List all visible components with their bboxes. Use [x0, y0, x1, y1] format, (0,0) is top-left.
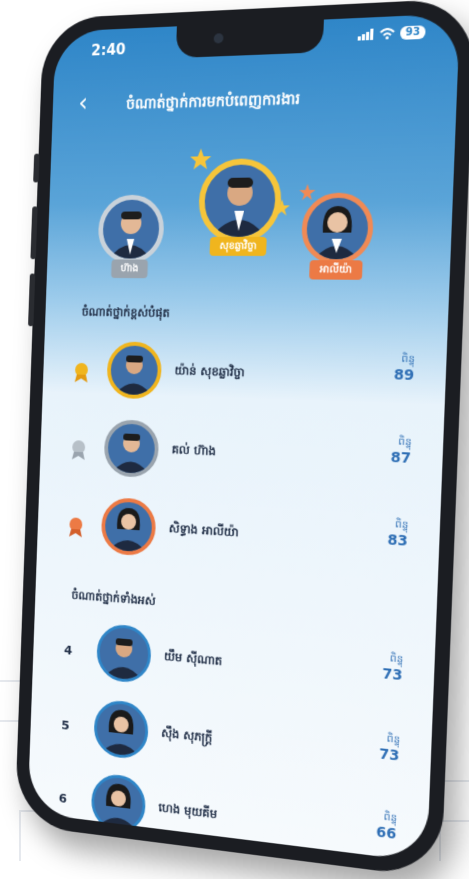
employee-name: យ៉ាន់ សុខឆ្លាវិច្ចា: [174, 363, 245, 380]
podium-name-ribbon: ហ៊ាង: [110, 259, 149, 279]
score-label: ពិន្ទុ: [394, 519, 409, 532]
avatar: [95, 622, 152, 685]
person-photo: [111, 433, 150, 474]
avatar: [100, 496, 157, 557]
volume-down-button: [28, 273, 36, 327]
notch: [175, 19, 324, 59]
avatar: [90, 772, 147, 835]
score-value: 89: [393, 366, 415, 385]
podium-third[interactable]: អាលីយ៉ា: [296, 183, 380, 280]
person-photo: [103, 638, 143, 681]
employee-name: គល់ ហ៊ាង: [171, 442, 217, 459]
avatar: [300, 192, 375, 265]
avatar: [93, 698, 150, 761]
employee-name: យឹម ស៊ីណាត: [163, 649, 223, 669]
score-value: 73: [378, 746, 400, 765]
score: ពិន្ទុ 66: [376, 809, 397, 843]
status-time: 2:40: [90, 40, 126, 60]
star-icon: [298, 183, 316, 201]
score-value: 87: [390, 449, 412, 468]
list-item[interactable]: គល់ ហ៊ាង ពិន្ទុ 87: [67, 418, 412, 497]
person-photo: [313, 205, 360, 260]
rank-number: 5: [61, 718, 70, 734]
score: ពិន្ទុ 89: [394, 351, 416, 384]
page-title: ចំណាត់ថ្នាក់ការមកបំពេញការងារ: [125, 89, 301, 113]
employee-name: ស៊ឹង សុភក្ត្រី: [161, 725, 213, 745]
score: ពិន្ទុ 87: [390, 434, 412, 467]
avatar: [97, 194, 166, 264]
top-ranking-heading: ចំណាត់ថ្នាក់ខ្ពស់បំផុត: [81, 304, 171, 320]
rank-number: 4: [63, 643, 73, 659]
person-photo: [114, 355, 153, 396]
employee-name: សិទ្ធាង អាលីយ៉ា: [168, 521, 239, 540]
person-photo: [100, 708, 141, 757]
phone-frame: 2:40 93 ‹ ចំណាត់ថ្នាក់ការមកបំពេញការងារ ហ…: [14, 0, 469, 879]
podium-second[interactable]: ហ៊ាង: [93, 194, 170, 279]
employee-name: ហេង មុយគីម: [158, 800, 218, 822]
all-ranking-heading: ចំណាត់ថ្នាក់ទាំងអស់: [71, 587, 156, 609]
wifi-icon: [379, 28, 395, 40]
back-button[interactable]: ‹: [78, 89, 89, 118]
avatar: [106, 341, 163, 400]
score-value: 73: [381, 665, 403, 685]
score-value: 83: [387, 532, 409, 550]
bronze-medal-icon: [69, 517, 83, 538]
person-photo: [108, 507, 147, 553]
gold-medal-icon: [74, 362, 89, 383]
podium-first[interactable]: សុខឆ្លាវិច្ចា: [189, 148, 291, 256]
score-label: ពិន្ទុ: [389, 653, 404, 666]
person-photo: [97, 782, 138, 832]
score: ពិន្ទុ 73: [378, 731, 400, 765]
status-icons: 93: [357, 25, 426, 41]
battery-indicator: 93: [400, 25, 426, 40]
app-screen: 2:40 93 ‹ ចំណាត់ថ្នាក់ការមកបំពេញការងារ ហ…: [27, 13, 461, 863]
score-value: 66: [375, 824, 397, 844]
podium-name-ribbon: អាលីយ៉ា: [309, 260, 363, 280]
podium-name-ribbon: សុខឆ្លាវិច្ចា: [209, 236, 267, 256]
silver-medal-icon: [71, 440, 86, 461]
person-photo: [109, 211, 151, 259]
volume-up-button: [30, 206, 38, 260]
signal-icon: [357, 28, 374, 41]
score-label: ពិន្ទុ: [401, 353, 416, 366]
list-item[interactable]: សិទ្ធាង អាលីយ៉ា ពិន្ទុ 83: [64, 495, 409, 580]
star-icon: [189, 148, 212, 170]
score: ពិន្ទុ 83: [387, 517, 409, 550]
avatar: [103, 419, 160, 479]
score: ពិន្ទុ 73: [381, 651, 404, 685]
score-label: ពិន្ទុ: [398, 436, 412, 449]
rank-number: 6: [58, 791, 68, 807]
list-item[interactable]: យ៉ាន់ សុខឆ្លាវិច្ចា ពិន្ទុ 89: [69, 341, 415, 415]
person-photo: [211, 177, 267, 237]
camera-icon: [213, 33, 224, 44]
mute-switch: [33, 153, 40, 183]
